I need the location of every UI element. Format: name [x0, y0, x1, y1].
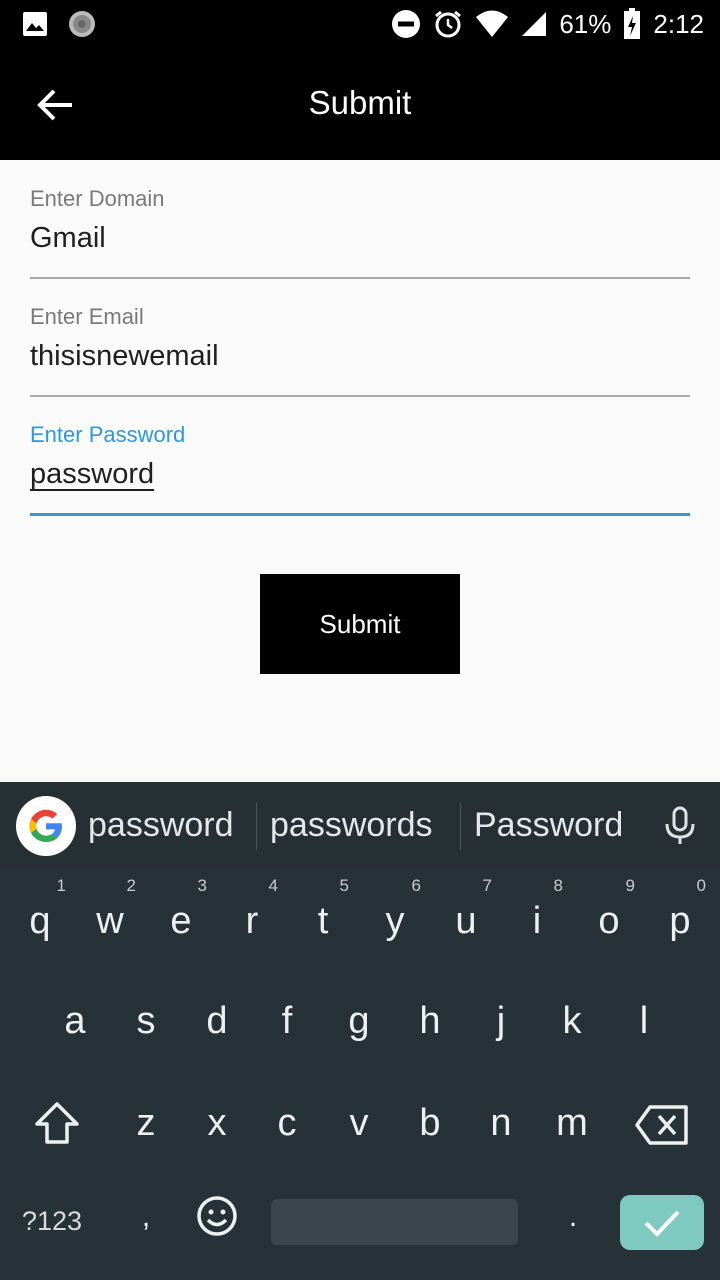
shift-icon — [35, 1102, 79, 1144]
key-label: q — [29, 900, 51, 942]
password-field-label: Enter Password — [30, 422, 186, 447]
symbols-key[interactable]: ?123 — [22, 1206, 82, 1237]
suggestion-1[interactable]: password — [88, 806, 234, 845]
space-bar[interactable] — [271, 1199, 518, 1245]
key-label: o — [598, 900, 620, 942]
domain-input[interactable]: Gmail — [30, 222, 690, 255]
key-d[interactable]: d — [187, 1000, 247, 1043]
keyboard: q1 w2 e3 r4 t5 y6 u7 i8 o9 p0 a s d f g … — [0, 870, 720, 1280]
status-bar: 61% 2:12 — [0, 0, 720, 50]
suggestion-2[interactable]: passwords — [270, 806, 433, 845]
key-i[interactable]: i8 — [507, 876, 567, 943]
key-p[interactable]: p0 — [650, 876, 710, 943]
page-title: Submit — [308, 84, 412, 121]
key-q[interactable]: q1 — [10, 876, 70, 943]
email-field-label: Enter Email — [30, 304, 144, 329]
key-label: i — [532, 900, 542, 942]
suggestion-3[interactable]: Password — [474, 806, 623, 845]
emoji-key[interactable] — [187, 1195, 247, 1247]
key-hint: 0 — [696, 876, 706, 895]
microphone-icon[interactable] — [664, 806, 696, 850]
key-hint: 5 — [339, 876, 349, 895]
key-k[interactable]: k — [542, 1000, 602, 1043]
key-f[interactable]: f — [257, 1000, 317, 1043]
key-h[interactable]: h — [400, 1000, 460, 1043]
wifi-icon — [475, 10, 509, 38]
key-hint: 1 — [56, 876, 66, 895]
submit-button[interactable]: Submit — [260, 574, 460, 674]
key-hint: 9 — [625, 876, 635, 895]
backspace-key[interactable] — [630, 1104, 694, 1156]
checkmark-icon — [644, 1210, 680, 1237]
email-underline — [30, 395, 690, 397]
key-j[interactable]: j — [471, 1000, 531, 1043]
loading-notification-icon — [68, 10, 96, 38]
period-key[interactable]: . — [543, 1200, 603, 1234]
keyboard-suggestion-strip: password passwords Password — [0, 782, 720, 870]
key-label: p — [669, 900, 691, 942]
app-bar: Submit — [0, 50, 720, 160]
signal-icon — [521, 11, 547, 37]
key-o[interactable]: o9 — [579, 876, 639, 943]
gallery-notification-icon — [22, 11, 48, 37]
key-x[interactable]: x — [187, 1102, 247, 1145]
key-label: t — [317, 900, 329, 942]
key-z[interactable]: z — [116, 1102, 176, 1145]
key-y[interactable]: y6 — [365, 876, 425, 943]
key-c[interactable]: c — [257, 1102, 317, 1145]
battery-charging-icon — [623, 8, 641, 40]
key-s[interactable]: s — [116, 1000, 176, 1043]
email-field[interactable]: Enter Email thisisnewemail — [30, 304, 690, 398]
google-logo-icon[interactable] — [16, 796, 76, 856]
key-b[interactable]: b — [400, 1102, 460, 1145]
key-t[interactable]: t5 — [293, 876, 353, 943]
alarm-icon — [433, 9, 463, 39]
emoji-icon — [197, 1196, 237, 1236]
key-label: w — [96, 900, 124, 942]
password-underline — [30, 513, 690, 516]
key-a[interactable]: a — [45, 1000, 105, 1043]
domain-field[interactable]: Enter Domain Gmail — [30, 186, 690, 280]
key-e[interactable]: e3 — [151, 876, 211, 943]
key-m[interactable]: m — [542, 1102, 602, 1145]
key-g[interactable]: g — [329, 1000, 389, 1043]
key-hint: 7 — [482, 876, 492, 895]
key-hint: 2 — [126, 876, 136, 895]
backspace-icon — [635, 1105, 688, 1145]
shift-key[interactable] — [27, 1100, 87, 1156]
battery-percent: 61% — [559, 8, 612, 39]
domain-field-label: Enter Domain — [30, 186, 165, 211]
key-n[interactable]: n — [471, 1102, 531, 1145]
email-input[interactable]: thisisnewemail — [30, 340, 690, 373]
form-container: Enter Domain Gmail Enter Email thisisnew… — [0, 160, 720, 782]
key-label: u — [455, 900, 477, 942]
key-l[interactable]: l — [614, 1000, 674, 1043]
password-field[interactable]: Enter Password password — [30, 422, 690, 516]
key-label: r — [245, 900, 259, 942]
key-hint: 3 — [197, 876, 207, 895]
password-input[interactable]: password — [30, 458, 690, 491]
clock: 2:12 — [653, 8, 704, 39]
suggestion-divider — [460, 802, 461, 850]
key-r[interactable]: r4 — [222, 876, 282, 943]
key-hint: 8 — [553, 876, 563, 895]
domain-underline — [30, 277, 690, 279]
key-u[interactable]: u7 — [436, 876, 496, 943]
suggestion-divider — [256, 802, 257, 850]
key-hint: 6 — [411, 876, 421, 895]
key-w[interactable]: w2 — [80, 876, 140, 943]
key-label: y — [385, 900, 405, 942]
comma-key[interactable]: , — [116, 1200, 176, 1234]
key-label: e — [170, 900, 192, 942]
key-hint: 4 — [268, 876, 278, 895]
key-v[interactable]: v — [329, 1102, 389, 1145]
do-not-disturb-icon — [391, 9, 421, 39]
enter-key[interactable] — [620, 1195, 704, 1250]
